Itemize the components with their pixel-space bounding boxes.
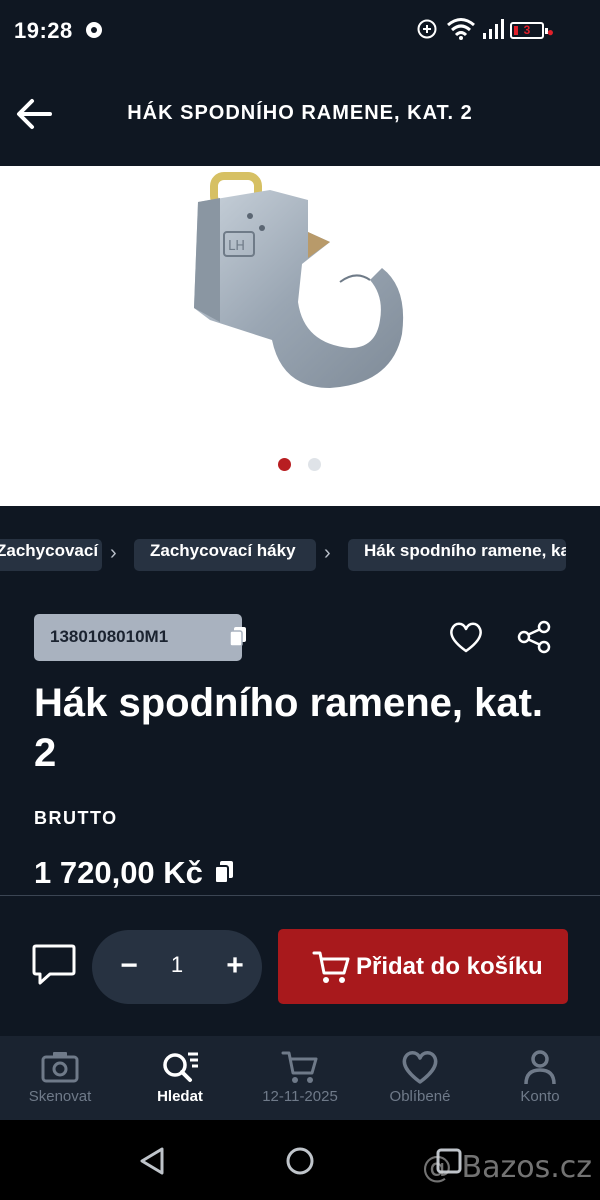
nav-label: Hledat: [157, 1088, 203, 1105]
decrement-button[interactable]: −: [110, 948, 148, 986]
status-bar: 19:28 3 ●: [0, 0, 600, 62]
camera-icon: [41, 1052, 79, 1083]
wifi-icon: [447, 18, 475, 40]
page-title: HÁK SPODNÍHO RAMENE, KAT. 2: [127, 102, 473, 124]
heart-icon: [402, 1051, 438, 1084]
brand-label: BRUTTO: [34, 808, 118, 828]
nav-label: Oblíbené: [389, 1088, 451, 1105]
nav-item-cart[interactable]: 12-11-2025: [240, 1036, 360, 1120]
search-list-icon: [163, 1052, 198, 1082]
chevron-right-icon: ›: [110, 542, 117, 564]
data-saver-icon: [417, 19, 437, 39]
share-icon[interactable]: [516, 620, 552, 654]
status-time: 19:28: [14, 18, 73, 43]
system-home-icon[interactable]: [283, 1144, 317, 1178]
quantity-stepper: − 1 +: [92, 930, 262, 1004]
gallery-dot[interactable]: [308, 458, 321, 471]
notification-icon: [86, 22, 102, 38]
product-title: Hák spodního ramene, kat. 2: [34, 681, 544, 775]
battery-level: 3: [523, 23, 531, 37]
quantity-value[interactable]: 1: [152, 952, 202, 978]
nav-label: Skenovat: [28, 1088, 92, 1105]
system-nav-bar: @ Bazos.cz: [0, 1120, 600, 1200]
breadcrumb: Zachycovací háky › Zachycovací háky › Há…: [0, 530, 600, 580]
product-image[interactable]: LH: [180, 172, 420, 402]
battery-icon: 3: [510, 22, 548, 39]
nav-label: 12-11-2025: [262, 1088, 338, 1105]
svg-text:LH: LH: [228, 239, 245, 254]
signal-icon: [483, 19, 504, 39]
nav-item-skenovat[interactable]: Skenovat: [0, 1036, 120, 1120]
breadcrumb-item[interactable]: Zachycovací háky: [134, 539, 316, 571]
nav-label: Konto: [520, 1088, 560, 1105]
product-code: 1380108010M1: [50, 627, 169, 646]
nav-item-hledat[interactable]: Hledat: [120, 1036, 240, 1120]
increment-button[interactable]: +: [216, 948, 254, 986]
gallery-dot-active[interactable]: [278, 458, 291, 471]
chevron-right-icon: ›: [324, 542, 331, 564]
cart-icon: [281, 1051, 318, 1083]
app-header: HÁK SPODNÍHO RAMENE, KAT. 2: [0, 62, 600, 166]
back-arrow-icon[interactable]: [12, 92, 56, 136]
add-to-cart-label: Přidat do košíku: [356, 952, 543, 980]
copy-icon[interactable]: [228, 626, 248, 648]
add-to-cart-button[interactable]: Přidat do košíku: [278, 929, 568, 1004]
action-bar: − 1 + Přidat do košíku: [0, 896, 600, 1036]
user-icon: [524, 1050, 556, 1085]
nav-item-konto[interactable]: Konto: [480, 1036, 600, 1120]
charging-icon: ●: [546, 25, 554, 39]
system-back-icon[interactable]: [136, 1144, 170, 1178]
cart-icon: [312, 951, 350, 983]
price: 1 720,00 Kč: [34, 855, 235, 891]
watermark: @ Bazos.cz: [421, 1150, 592, 1185]
heart-icon[interactable]: [448, 620, 484, 654]
breadcrumb-item-current[interactable]: Hák spodního ramene, kat. 2: [348, 539, 566, 571]
product-gallery[interactable]: LH: [0, 166, 600, 506]
product-code-chip[interactable]: 1380108010M1: [34, 614, 246, 661]
price-value: 1 720,00 Kč: [34, 855, 203, 890]
chat-icon[interactable]: [30, 940, 78, 988]
nav-item-oblibene[interactable]: Oblíbené: [360, 1036, 480, 1120]
bottom-nav: Skenovat Hledat 12-11-2025 Oblíbené Kont…: [0, 1036, 600, 1120]
breadcrumb-item[interactable]: Zachycovací háky: [0, 539, 102, 571]
copy-icon[interactable]: [213, 860, 235, 886]
